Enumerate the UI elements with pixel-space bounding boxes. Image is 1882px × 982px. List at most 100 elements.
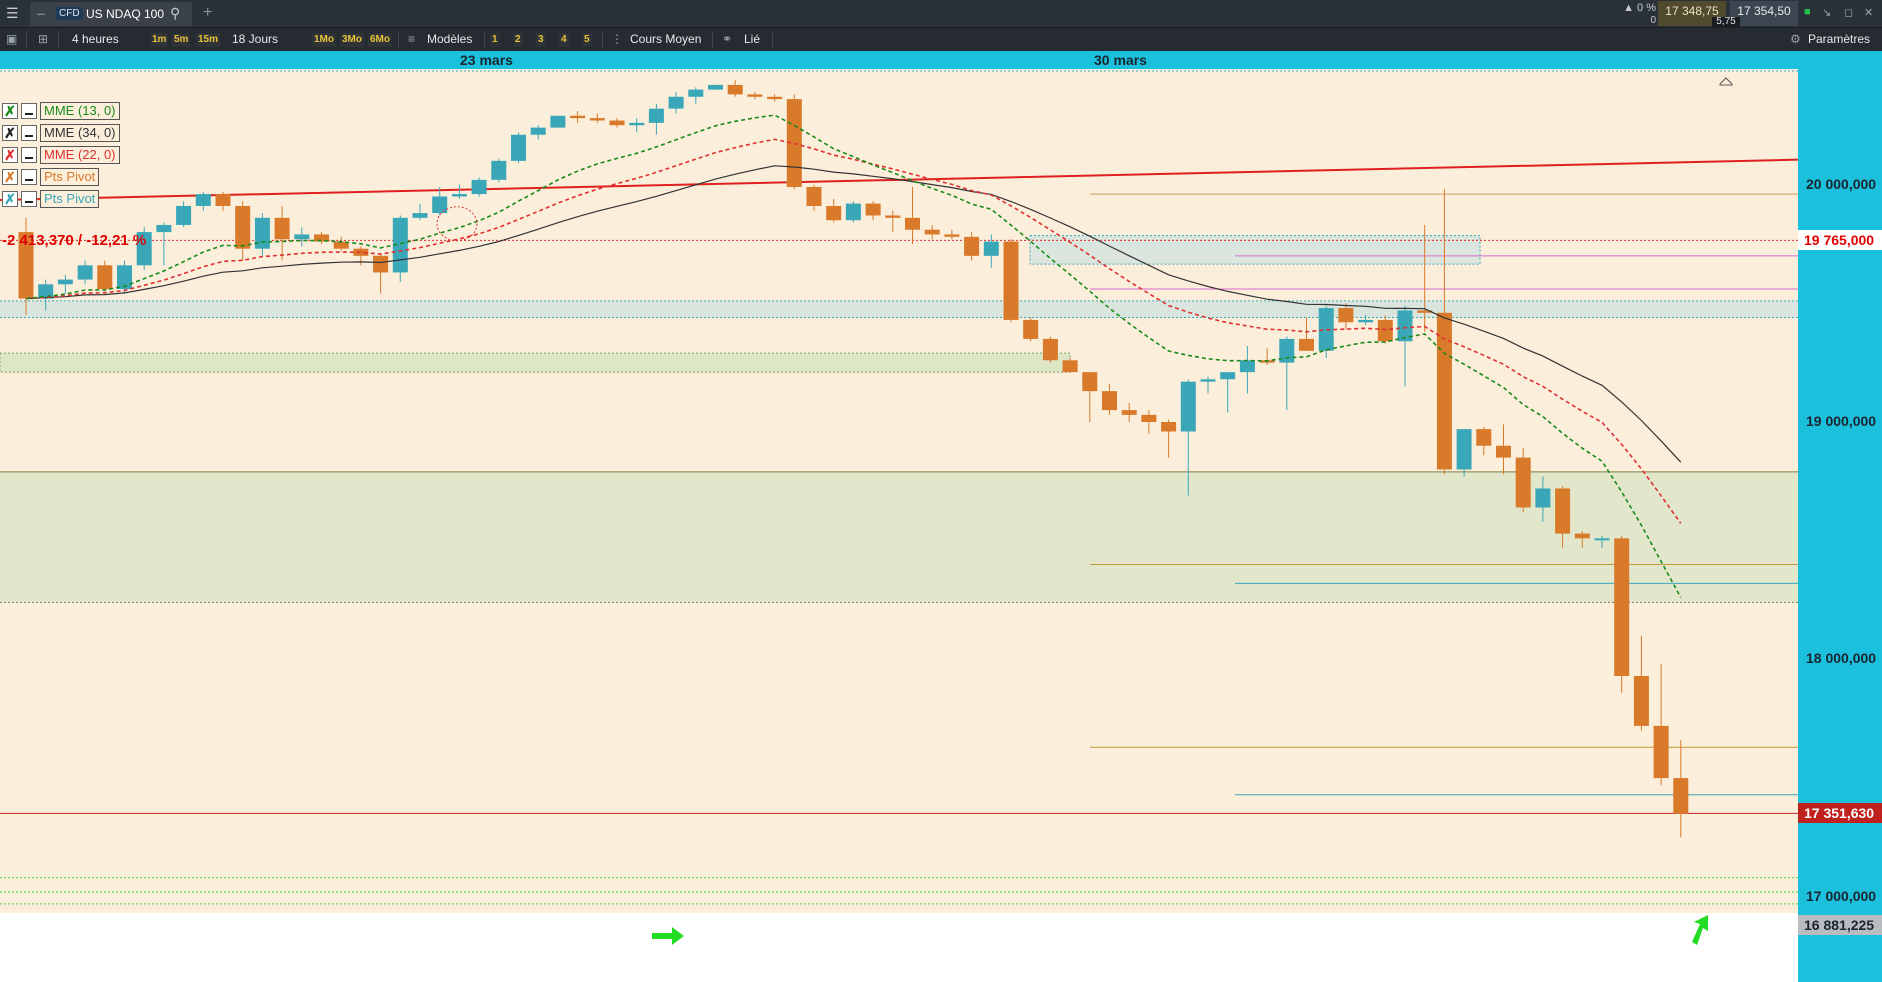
- models-button[interactable]: Modèles: [427, 32, 472, 46]
- candle-body: [1653, 725, 1669, 779]
- candle-body: [845, 203, 861, 221]
- candle-body: [1121, 410, 1137, 415]
- candle-body: [1377, 319, 1393, 342]
- candle-body: [924, 229, 940, 235]
- chart-plot-area[interactable]: [0, 69, 1798, 982]
- candle-body: [215, 194, 231, 206]
- candle-body: [1220, 372, 1236, 380]
- candle-body: [274, 217, 290, 240]
- period-select[interactable]: 4 heures: [72, 32, 119, 46]
- support-zone-green: [0, 353, 1070, 373]
- btn-1mo[interactable]: 1Mo: [312, 33, 336, 47]
- candle-body: [491, 160, 507, 180]
- instrument-type-badge: CFD: [56, 7, 83, 20]
- settings-button[interactable]: Paramètres: [1808, 32, 1870, 46]
- legend-label-pivot2: Pts Pivot: [40, 190, 100, 208]
- candle-body: [530, 127, 546, 135]
- candle-body: [1673, 778, 1689, 814]
- candle-body: [944, 234, 960, 237]
- add-tab-icon[interactable]: +: [203, 4, 212, 22]
- style-icon[interactable]: [21, 169, 37, 185]
- candle-body: [1141, 414, 1157, 422]
- model-3[interactable]: 3: [536, 33, 546, 47]
- range-select[interactable]: 18 Jours: [232, 32, 278, 46]
- y-tick-label: 19 000,000: [1806, 413, 1877, 429]
- y-tick-label: 20 000,000: [1806, 175, 1877, 192]
- price-type-select[interactable]: Cours Moyen: [630, 32, 701, 46]
- style-icon[interactable]: [21, 125, 37, 141]
- link-button[interactable]: Lié: [744, 32, 760, 46]
- model-5[interactable]: 5: [582, 33, 592, 47]
- candle-body: [767, 96, 783, 100]
- candle-body: [885, 215, 901, 218]
- candle-body: [826, 205, 842, 221]
- style-icon[interactable]: [21, 147, 37, 163]
- remove-icon[interactable]: ✗: [2, 125, 18, 141]
- remove-icon[interactable]: ✗: [2, 103, 18, 119]
- price-tag: 19 765,000: [1798, 230, 1882, 251]
- date-label-1: 23 mars: [460, 52, 513, 68]
- minimize-icon[interactable]: ↘: [1822, 6, 1831, 19]
- model-2[interactable]: 2: [513, 33, 523, 47]
- candle-body: [1102, 391, 1117, 411]
- arrow-right-icon: [652, 927, 684, 945]
- candle-body: [156, 224, 172, 233]
- candle-body: [570, 115, 586, 119]
- candle-body: [688, 89, 704, 97]
- btn-3mo[interactable]: 3Mo: [340, 33, 364, 47]
- candle-body: [747, 94, 763, 97]
- candle-body: [1042, 338, 1058, 361]
- y-tick-label: 17 000,000: [1806, 887, 1877, 904]
- candle-body: [629, 122, 645, 126]
- price-tag: 16 881,225: [1798, 914, 1882, 935]
- signal-icon: ■: [1804, 6, 1811, 18]
- instrument-tab[interactable]: ∽ CFD US NDAQ 100 ⚲: [30, 2, 192, 26]
- candle-body: [1239, 360, 1255, 373]
- ask-price[interactable]: 17 354,50: [1730, 1, 1798, 26]
- candle-body: [964, 236, 980, 256]
- remove-icon[interactable]: ✗: [2, 191, 18, 207]
- model-1[interactable]: 1: [490, 33, 500, 47]
- candle-body: [176, 205, 192, 225]
- legend-label-mme13: MME (13, 0): [40, 102, 120, 120]
- legend-label-mme34: MME (34, 0): [40, 124, 120, 142]
- candlestick-chart[interactable]: [0, 69, 1798, 982]
- support-zone-cyan: [0, 300, 1798, 318]
- candle-body: [1456, 429, 1472, 470]
- candle-body: [195, 194, 211, 206]
- btn-15m[interactable]: 15m: [196, 33, 221, 47]
- candle-body: [609, 120, 625, 126]
- candle-body: [1299, 338, 1314, 351]
- performance-label: -2 413,370 / -12,21 %: [2, 232, 147, 249]
- remove-icon[interactable]: ✗: [2, 147, 18, 163]
- candle-body: [373, 255, 389, 273]
- spread-value: 5,75: [1712, 17, 1740, 27]
- candle-body: [235, 205, 251, 249]
- btn-6mo[interactable]: 6Mo: [368, 33, 392, 47]
- search-icon[interactable]: ⚲: [170, 5, 180, 22]
- candle-body: [1180, 381, 1196, 432]
- style-icon[interactable]: [21, 103, 37, 119]
- candle-body: [1062, 360, 1078, 373]
- model-4[interactable]: 4: [559, 33, 569, 47]
- candle-body: [1161, 422, 1177, 432]
- instrument-name: US NDAQ 100: [86, 7, 165, 21]
- candles-icon: ⋮: [611, 32, 623, 46]
- candle-body: [1082, 372, 1098, 392]
- remove-icon[interactable]: ✗: [2, 169, 18, 185]
- gear-icon[interactable]: ⚙: [1790, 32, 1801, 46]
- candle-body: [57, 279, 73, 285]
- candle-body: [451, 194, 467, 197]
- candle-body: [1023, 319, 1039, 339]
- layout-icon[interactable]: ⊞: [38, 32, 48, 46]
- style-icon[interactable]: [21, 191, 37, 207]
- btn-1m[interactable]: 1m: [150, 33, 169, 47]
- close-icon[interactable]: ✕: [1864, 6, 1873, 19]
- chart-line-icon: ∽: [36, 7, 47, 21]
- candle-body: [412, 213, 428, 218]
- menu-icon[interactable]: ☰: [6, 6, 20, 20]
- arrow-up-icon: [1692, 915, 1708, 945]
- maximize-icon[interactable]: ◻: [1844, 6, 1853, 19]
- btn-5m[interactable]: 5m: [172, 33, 191, 47]
- panel-icon[interactable]: ▣: [6, 32, 17, 46]
